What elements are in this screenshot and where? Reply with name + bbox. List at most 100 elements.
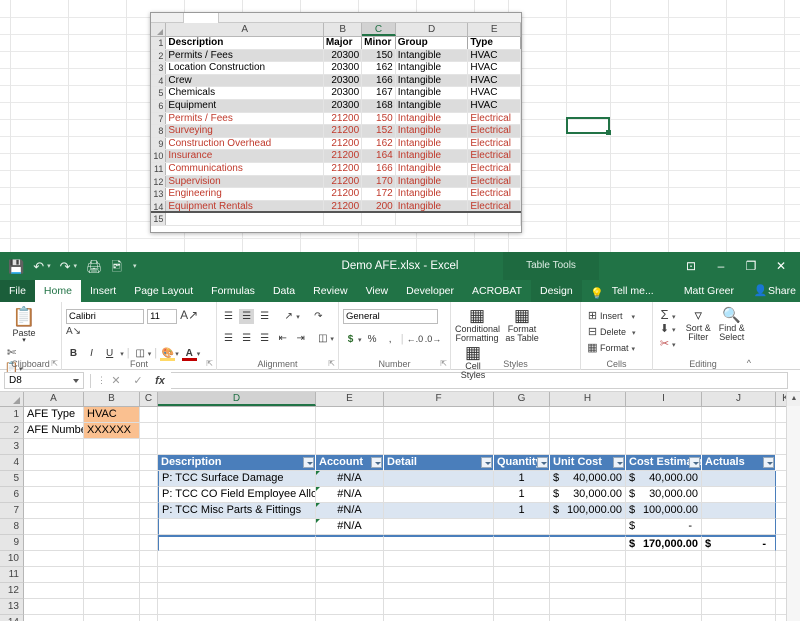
cell-F12[interactable] [384, 583, 494, 599]
cell-G11[interactable] [494, 567, 550, 583]
lookup-cell-minor[interactable]: 172 [362, 188, 396, 200]
table-header-description[interactable]: Description [158, 455, 316, 471]
worksheet-row[interactable]: 6 P: TCC CO Field Employee Alloc #N/A 1 $30,… [0, 487, 800, 503]
lookup-cell-minor[interactable]: 168 [362, 99, 396, 112]
cell-G2[interactable] [494, 423, 550, 439]
select-all-corner[interactable] [0, 392, 24, 406]
column-header-D[interactable]: D [158, 392, 316, 406]
cell-H13[interactable] [550, 599, 626, 615]
font-size-box[interactable]: 11 [147, 309, 178, 324]
cell-G12[interactable] [494, 583, 550, 599]
cell-A11[interactable] [24, 567, 84, 583]
lookup-cell-major[interactable]: 20300 [323, 62, 363, 74]
lookup-cell-type[interactable]: Electrical [468, 150, 521, 162]
chevron-down-icon[interactable] [73, 379, 79, 383]
cell-I2[interactable] [626, 423, 702, 439]
cell-H11[interactable] [550, 567, 626, 583]
lookup-cell-group[interactable]: Intangible [395, 112, 469, 125]
ribbon-tab-review[interactable]: Review [304, 280, 356, 302]
collapse-ribbon-icon[interactable]: ^ [747, 358, 751, 368]
lookup-row-header[interactable]: 8 [151, 125, 167, 137]
cell-D2[interactable] [158, 423, 316, 439]
cell-I12[interactable] [626, 583, 702, 599]
lookup-cell-minor[interactable]: 166 [362, 74, 396, 87]
cell-b4[interactable] [84, 455, 140, 471]
lookup-row-header[interactable]: 9 [151, 137, 167, 150]
total-cell-description[interactable] [158, 535, 316, 551]
clear-icon[interactable]: ✂ [657, 337, 672, 352]
lookup-cell-minor[interactable]: 200 [362, 200, 396, 212]
grow-font-icon[interactable]: A↗ [180, 308, 198, 323]
cell-B3[interactable] [84, 439, 140, 455]
window-buttons[interactable]: ⊡ – ❐ ✕ [676, 252, 796, 280]
cell-J11[interactable] [702, 567, 776, 583]
paste-button[interactable]: 📋 Paste ▾ [4, 305, 44, 344]
chevron-down-icon[interactable]: ▾ [672, 342, 676, 349]
lookup-table-row[interactable]: 13 Engineering 21200 172 Intangible Electrica… [151, 188, 521, 201]
lookup-cell-major[interactable]: 20300 [323, 49, 363, 62]
lookup-cell-group[interactable]: Intangible [395, 175, 469, 188]
cell-F11[interactable] [384, 567, 494, 583]
cell-C14[interactable] [140, 615, 158, 621]
fill-icon[interactable]: ⬇ [657, 322, 672, 337]
lookup-cell-description[interactable]: Permits / Fees [166, 49, 324, 62]
lookup-cell-group[interactable]: Intangible [395, 62, 469, 74]
increase-decimal-icon[interactable]: ←.0 [407, 332, 424, 347]
table-cell-account[interactable]: #N/A [316, 519, 384, 535]
table-cell-unit-cost[interactable]: $30,000.00 [550, 487, 626, 503]
chevron-down-icon[interactable]: ▾ [672, 314, 676, 321]
select-all-corner[interactable] [151, 23, 167, 36]
cell-a5[interactable] [24, 471, 84, 487]
worksheet-row[interactable]: 12 [0, 583, 800, 599]
cell-A10[interactable] [24, 551, 84, 567]
cell-E13[interactable] [316, 599, 384, 615]
cell-H14[interactable] [550, 615, 626, 621]
table-cell-actuals[interactable] [702, 487, 776, 503]
table-cell-account[interactable]: #N/A [316, 503, 384, 519]
lookup-cell-major[interactable]: 21200 [323, 112, 363, 125]
cell-B10[interactable] [84, 551, 140, 567]
lookup-header-group[interactable]: Group [395, 37, 469, 49]
table-cell-unit-cost[interactable]: $40,000.00 [550, 471, 626, 487]
cell-b7[interactable] [84, 503, 140, 519]
cell-D1[interactable] [158, 407, 316, 423]
cell-a1[interactable]: AFE Type [24, 407, 84, 423]
lookup-cell-major[interactable]: 21200 [323, 200, 363, 212]
lookup-cell-minor[interactable]: 170 [362, 175, 396, 188]
lookup-table-row[interactable]: 15 [151, 213, 521, 226]
minimize-button[interactable]: – [706, 252, 736, 280]
lookup-cell-group[interactable]: Intangible [395, 137, 469, 150]
cell-D11[interactable] [158, 567, 316, 583]
cell-I10[interactable] [626, 551, 702, 567]
share-button[interactable]: 👤Share [753, 280, 796, 302]
cell-G1[interactable] [494, 407, 550, 423]
column-header-G[interactable]: G [494, 392, 550, 406]
cell-J3[interactable] [702, 439, 776, 455]
lookup-cell-group[interactable]: Intangible [395, 99, 469, 112]
total-cell-quantity[interactable] [494, 535, 550, 551]
cell-E14[interactable] [316, 615, 384, 621]
lookup-row-header[interactable]: 14 [151, 200, 167, 212]
lookup-cell-major[interactable]: 21200 [323, 162, 363, 175]
table-cell-cost-estimate[interactable]: $100,000.00 [626, 503, 702, 519]
lookup-cell-description[interactable]: Crew [166, 74, 324, 87]
lookup-cell-type[interactable]: Electrical [468, 188, 521, 200]
column-header-F[interactable]: F [384, 392, 494, 406]
cell-b6[interactable] [84, 487, 140, 503]
lookup-cell-description[interactable]: Surveying [166, 125, 324, 137]
table-cell-detail[interactable] [384, 519, 494, 535]
worksheet-row[interactable]: 5 P: TCC Surface Damage #N/A 1 $40,000.00 $40… [0, 471, 800, 487]
total-cell-unit-cost[interactable] [550, 535, 626, 551]
number-format-box[interactable]: General [343, 309, 438, 324]
cell-D12[interactable] [158, 583, 316, 599]
lookup-cell-type[interactable]: Electrical [468, 175, 521, 188]
align-right-icon[interactable]: ☰ [257, 331, 272, 346]
lookup-header-type[interactable]: Type [468, 37, 521, 49]
tell-me-box[interactable]: Tell me... [605, 280, 661, 302]
align-top-icon[interactable]: ☰ [221, 309, 236, 324]
cell-c7[interactable] [140, 503, 158, 519]
cell-D3[interactable] [158, 439, 316, 455]
cell-C11[interactable] [140, 567, 158, 583]
lookup-col-D[interactable]: D [395, 23, 469, 36]
table-cell-account[interactable]: #N/A [316, 487, 384, 503]
